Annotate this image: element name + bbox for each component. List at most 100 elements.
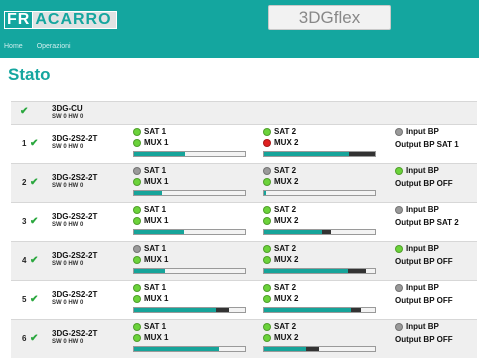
device-row: 6 ✔ 3DG-2S2-2T SW 0 HW 0 SAT 1 MUX 1 SAT 2 MUX … (11, 319, 477, 358)
signal-level-bar (133, 229, 246, 235)
device-firmware: SW 0 HW 0 (52, 114, 84, 120)
sat-label: SAT 1 (144, 166, 167, 175)
signal-level-fill (134, 152, 186, 156)
mux-label: MUX 2 (274, 216, 299, 225)
device-row: 1 ✔ 3DG-2S2-2T SW 0 HW 0 SAT 1 MUX 1 SAT 2 MUX … (11, 124, 477, 163)
device-index: 4 (22, 256, 27, 265)
mux-status-led (263, 139, 271, 147)
device-name: 3DG-2S2-2T (52, 329, 98, 338)
input-bp-label: Input BP (406, 205, 439, 214)
output-bp-status: Output BP OFF (395, 296, 453, 305)
signal-level-bar (133, 151, 246, 157)
sat-status-led (263, 245, 271, 253)
mux-status-led (263, 217, 271, 225)
signal-level-fill (264, 191, 267, 195)
sat-status-led (263, 284, 271, 292)
mux-status-led (133, 139, 141, 147)
input-bp-led (395, 245, 403, 253)
output-bp-status: Output BP SAT 1 (395, 140, 459, 149)
device-firmware: SW 0 HW 0 (52, 183, 84, 189)
device-name: 3DG-2S2-2T (52, 173, 98, 182)
device-name: 3DG-2S2-2T (52, 134, 98, 143)
signal-level-fill (134, 308, 217, 312)
input-bp-led (395, 206, 403, 214)
mux-status-led (133, 217, 141, 225)
sat-status-led (263, 167, 271, 175)
sat-label: SAT 2 (274, 322, 297, 331)
sat-status-led (133, 206, 141, 214)
product-label: 3DGflex (268, 5, 391, 30)
signal-level-bar (263, 190, 376, 196)
device-name: 3DG-2S2-2T (52, 212, 98, 221)
signal-level-bar (263, 346, 376, 352)
sat-label: SAT 1 (144, 244, 167, 253)
signal-level-fill (264, 152, 350, 156)
signal-level-bar (263, 229, 376, 235)
signal-level-fill (134, 191, 162, 195)
sat-status-led (263, 206, 271, 214)
mux-label: MUX 1 (144, 177, 169, 186)
mux-label: MUX 2 (274, 255, 299, 264)
central-unit-row: ✔ 3DG-CU SW 0 HW 0 (11, 101, 477, 124)
device-name: 3DG-2S2-2T (52, 290, 98, 299)
signal-level-fill (264, 347, 307, 351)
mux-status-led (133, 256, 141, 264)
input-bp-led (395, 128, 403, 136)
device-index: 1 (22, 139, 27, 148)
device-firmware: SW 0 HW 0 (52, 144, 84, 150)
signal-level-bar (133, 190, 246, 196)
mux-status-led (133, 178, 141, 186)
input-bp-label: Input BP (406, 244, 439, 253)
signal-level-bar (133, 307, 246, 313)
check-icon: ✔ (30, 138, 39, 149)
status-table: ✔ 3DG-CU SW 0 HW 0 1 ✔ 3DG-2S2-2T SW 0 HW 0… (11, 101, 477, 358)
input-bp-led (395, 284, 403, 292)
sat-label: SAT 2 (274, 205, 297, 214)
logo-part-2: ACARRO (32, 11, 117, 29)
output-bp-status: Output BP SAT 2 (395, 218, 459, 227)
output-bp-status: Output BP OFF (395, 335, 453, 344)
signal-level-bar (263, 151, 376, 157)
mux-label: MUX 1 (144, 294, 169, 303)
sat-label: SAT 1 (144, 322, 167, 331)
input-bp-label: Input BP (406, 322, 439, 331)
signal-level-fill (264, 308, 351, 312)
signal-level-dark-segment (306, 347, 320, 351)
sat-status-led (133, 167, 141, 175)
sat-label: SAT 2 (274, 283, 297, 292)
mux-label: MUX 2 (274, 177, 299, 186)
mux-status-led (263, 256, 271, 264)
signal-level-fill (134, 347, 220, 351)
sat-status-led (263, 323, 271, 331)
device-name: 3DG-2S2-2T (52, 251, 98, 260)
device-firmware: SW 0 HW 0 (52, 339, 84, 345)
device-index: 2 (22, 178, 27, 187)
signal-level-fill (264, 230, 322, 234)
input-bp-label: Input BP (406, 166, 439, 175)
sat-label: SAT 2 (274, 244, 297, 253)
logo-part-1: FR (4, 11, 33, 29)
signal-level-dark-segment (216, 308, 230, 312)
check-icon: ✔ (30, 216, 39, 227)
mux-label: MUX 1 (144, 216, 169, 225)
nav-item-home[interactable]: Home (4, 43, 23, 50)
output-bp-status: Output BP OFF (395, 179, 453, 188)
nav-item-operazioni[interactable]: Operazioni (37, 43, 71, 50)
device-row: 3 ✔ 3DG-2S2-2T SW 0 HW 0 SAT 1 MUX 1 SAT 2 MUX … (11, 202, 477, 241)
device-index: 3 (22, 217, 27, 226)
signal-level-dark-segment (350, 308, 361, 312)
sat-status-led (133, 245, 141, 253)
input-bp-led (395, 167, 403, 175)
signal-level-bar (263, 307, 376, 313)
input-bp-label: Input BP (406, 283, 439, 292)
sat-label: SAT 2 (274, 166, 297, 175)
device-index: 6 (22, 334, 27, 343)
signal-level-fill (264, 269, 349, 273)
input-bp-led (395, 323, 403, 331)
mux-label: MUX 1 (144, 333, 169, 342)
sat-status-led (133, 284, 141, 292)
check-icon: ✔ (30, 255, 39, 266)
signal-level-bar (263, 268, 376, 274)
device-row: 4 ✔ 3DG-2S2-2T SW 0 HW 0 SAT 1 MUX 1 SAT 2 MUX … (11, 241, 477, 280)
check-icon: ✔ (20, 106, 29, 117)
